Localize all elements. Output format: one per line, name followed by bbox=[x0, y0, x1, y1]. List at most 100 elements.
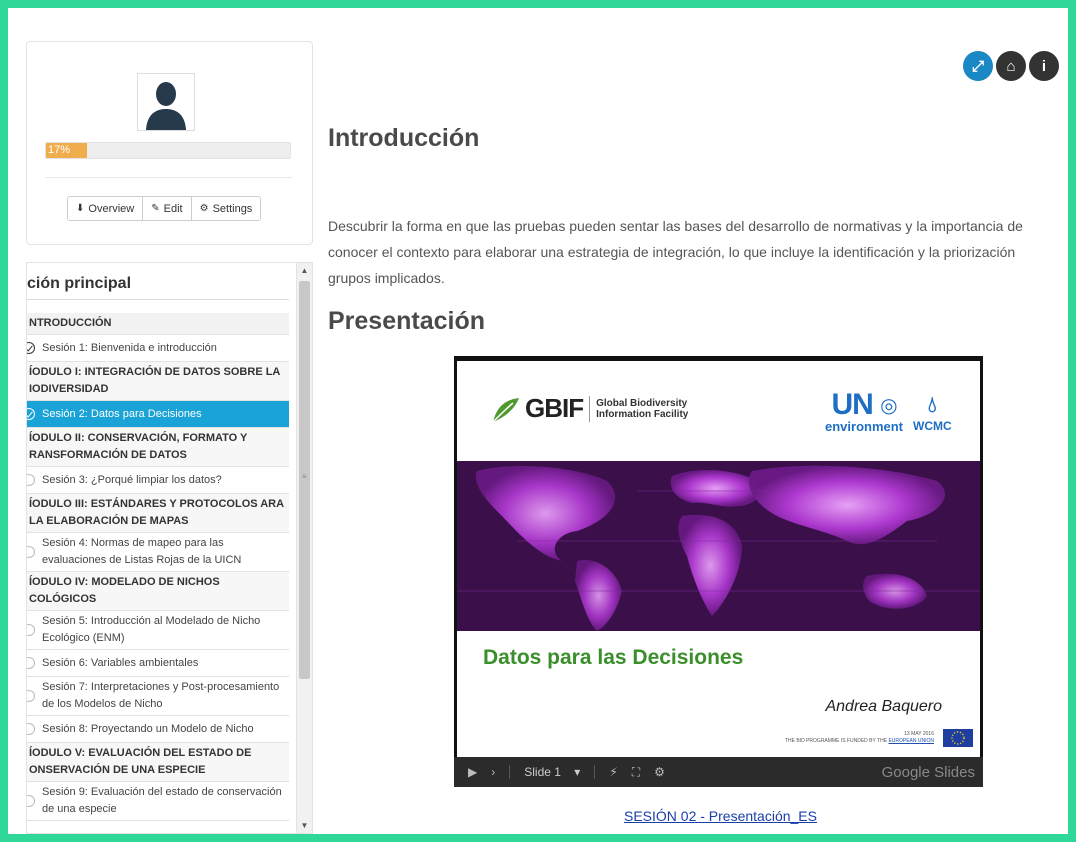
settings-button[interactable]: ⚙ Settings bbox=[191, 197, 261, 220]
module-heading-label: NTRODUCCIÓN bbox=[29, 317, 112, 329]
session-item[interactable]: Sesión 2: Datos para Decisiones bbox=[27, 401, 289, 428]
session-item-label: Sesión 2: Datos para Decisiones bbox=[42, 408, 202, 420]
edit-label: Edit bbox=[163, 202, 183, 215]
nav-scrollbar[interactable]: ▲ ≡ ▼ bbox=[296, 263, 312, 833]
gbif-leaf-icon bbox=[492, 397, 519, 423]
gear-icon[interactable]: ⚙ bbox=[654, 765, 665, 779]
empty-circle-icon bbox=[27, 546, 35, 558]
presentation-link[interactable]: SESIÓN 02 - Presentación_ES bbox=[624, 808, 817, 824]
overview-button[interactable]: ⬇ Overview bbox=[68, 197, 144, 220]
module-heading: ÍODULO V: EVALUACIÓN DEL ESTADO DE ONSER… bbox=[27, 743, 289, 782]
presentation-heading: Presentación bbox=[328, 307, 486, 335]
gbif-subtitle-line1: Global Biodiversity bbox=[596, 397, 688, 409]
session-item[interactable]: Sesión 9: Evaluación del estado de conse… bbox=[27, 782, 289, 821]
session-item-label: Sesión 3: ¿Porqué limpiar los datos? bbox=[42, 474, 222, 486]
water-drop-icon: 💧︎ bbox=[927, 392, 937, 417]
scroll-down-icon[interactable]: ▼ bbox=[297, 818, 312, 833]
session-item[interactable]: Sesión 8: Proyectando un Modelo de Nicho bbox=[27, 716, 289, 743]
module-heading-label: ÍODULO IV: MODELADO DE NICHOS COLÓGICOS bbox=[29, 576, 220, 605]
gbif-logo: GBIF Global Biodiversity Information Fac… bbox=[491, 393, 688, 424]
nav-title: ción principal bbox=[27, 275, 132, 292]
check-circle-icon bbox=[27, 342, 35, 354]
expand-button[interactable]: ⤢ bbox=[963, 51, 993, 81]
wcmc-text: WCMC bbox=[913, 419, 952, 433]
slides-embed[interactable]: GBIF Global Biodiversity Information Fac… bbox=[454, 356, 983, 787]
slide-footer-date: 13 MAY 2016 bbox=[904, 731, 934, 737]
intro-paragraph: Descubrir la forma en que las pruebas pu… bbox=[328, 218, 1023, 286]
un-environment-logo: UN ◎ environment bbox=[825, 388, 904, 435]
divider bbox=[589, 395, 591, 422]
pen-icon[interactable]: ⚡︎ bbox=[609, 765, 617, 779]
module-heading: ÍODULO III: ESTÁNDARES Y PROTOCOLOS ARA … bbox=[27, 494, 289, 533]
fullscreen-icon[interactable]: ⛶ bbox=[632, 765, 640, 780]
session-item[interactable]: Sesión 7: Interpretaciones y Post-proces… bbox=[27, 677, 289, 716]
empty-circle-icon bbox=[27, 474, 35, 486]
next-icon[interactable]: › bbox=[491, 765, 495, 779]
slide-author: Andrea Baquero bbox=[825, 698, 942, 715]
module-heading: ÍODULO IV: MODELADO DE NICHOS COLÓGICOS bbox=[27, 572, 289, 611]
slide-selector-label: Slide 1 bbox=[524, 765, 561, 779]
google-slides-brand[interactable]: Google Slides bbox=[882, 764, 975, 781]
session-item-label: Sesión 1: Bienvenida e introducción bbox=[42, 342, 217, 354]
session-item[interactable]: Sesión 1: Bienvenida e introducción bbox=[27, 335, 289, 362]
wcmc-logo: 💧︎ WCMC bbox=[913, 391, 952, 433]
slide-title: Datos para las Decisiones bbox=[483, 646, 744, 669]
empty-circle-icon bbox=[27, 624, 35, 636]
top-icon-group: ⤢ ⌂ i bbox=[963, 51, 1059, 81]
slides-control-bar: ▶ › Slide 1 ▾ ⚡︎ ⛶ ⚙ Google Slides bbox=[454, 757, 983, 787]
slide-footer-text: THE BID PROGRAMME IS FUNDED BY THE bbox=[784, 738, 888, 744]
empty-circle-icon bbox=[27, 723, 35, 735]
slide-selector[interactable]: Slide 1 ▾ bbox=[524, 765, 580, 779]
scroll-thumb[interactable]: ≡ bbox=[299, 281, 310, 679]
session-item[interactable]: Sesión 5: Introducción al Modelado de Ni… bbox=[27, 611, 289, 650]
un-text: UN bbox=[831, 388, 873, 421]
eu-flag-icon bbox=[943, 729, 973, 747]
module-heading: ÍODULO II: CONSERVACIÓN, FORMATO Y RANSF… bbox=[27, 428, 289, 467]
un-wordmark: UN ◎ bbox=[825, 388, 903, 421]
info-button[interactable]: i bbox=[1029, 51, 1059, 81]
session-item-label: Sesión 9: Evaluación del estado de conse… bbox=[42, 786, 282, 815]
gbif-wordmark: GBIF bbox=[525, 393, 584, 423]
play-icon[interactable]: ▶ bbox=[468, 765, 477, 779]
caret-down-icon: ▾ bbox=[574, 765, 581, 779]
progress-bar: 17% bbox=[45, 142, 291, 159]
scroll-up-icon[interactable]: ▲ bbox=[297, 263, 312, 278]
overview-label: Overview bbox=[88, 202, 135, 215]
session-item-label: Sesión 8: Proyectando un Modelo de Nicho bbox=[42, 723, 254, 735]
pencil-icon: ✎ bbox=[151, 203, 160, 214]
user-silhouette-icon bbox=[138, 74, 194, 130]
progress-label: 17% bbox=[48, 144, 71, 156]
expand-icon: ⤢ bbox=[971, 57, 984, 75]
session-item-label: Sesión 7: Interpretaciones y Post-proces… bbox=[42, 681, 280, 710]
nav-list: NTRODUCCIÓN Sesión 1: Bienvenida e introd… bbox=[27, 313, 289, 821]
check-circle-icon bbox=[27, 408, 35, 420]
home-icon: ⌂ bbox=[1006, 57, 1016, 75]
module-heading-label: ÍODULO II: CONSERVACIÓN, FORMATO Y RANSF… bbox=[29, 432, 248, 461]
empty-circle-icon bbox=[27, 657, 35, 669]
gbif-subtitle-line2: Information Facility bbox=[596, 408, 689, 420]
avatar bbox=[137, 73, 195, 131]
session-item[interactable]: Sesión 6: Variables ambientales bbox=[27, 650, 289, 677]
intro-heading: Introducción bbox=[328, 124, 480, 152]
module-heading: ÍODULO I: INTEGRACIÓN DE DATOS SOBRE LA … bbox=[27, 362, 289, 401]
divider bbox=[594, 765, 596, 779]
page-frame: 17% ⬇ Overview ✎ Edit ⚙ Settings ción pr… bbox=[0, 0, 1076, 842]
slide-logo-strip: GBIF Global Biodiversity Information Fac… bbox=[457, 361, 980, 461]
module-heading: NTRODUCCIÓN bbox=[27, 313, 289, 335]
session-item[interactable]: Sesión 3: ¿Porqué limpiar los datos? bbox=[27, 467, 289, 494]
edit-button[interactable]: ✎ Edit bbox=[143, 197, 192, 220]
course-nav-panel: ción principal NTRODUCCIÓN Sesión 1: Bien… bbox=[26, 262, 313, 834]
divider bbox=[27, 299, 289, 300]
session-item-label: Sesión 5: Introducción al Modelado de Ni… bbox=[42, 615, 261, 644]
un-emblem-icon: ◎ bbox=[880, 395, 897, 418]
download-icon: ⬇ bbox=[76, 203, 85, 214]
un-sub: environment bbox=[825, 419, 904, 435]
module-heading-label: ÍODULO I: INTEGRACIÓN DE DATOS SOBRE LA … bbox=[29, 366, 280, 395]
profile-card: 17% ⬇ Overview ✎ Edit ⚙ Settings bbox=[26, 41, 313, 245]
settings-label: Settings bbox=[212, 202, 253, 215]
session-item-label: Sesión 6: Variables ambientales bbox=[42, 657, 199, 669]
session-item[interactable]: Sesión 4: Normas de mapeo para las evalu… bbox=[27, 533, 289, 572]
profile-button-group: ⬇ Overview ✎ Edit ⚙ Settings bbox=[67, 196, 262, 221]
world-map-image bbox=[457, 461, 980, 631]
home-button[interactable]: ⌂ bbox=[996, 51, 1026, 81]
